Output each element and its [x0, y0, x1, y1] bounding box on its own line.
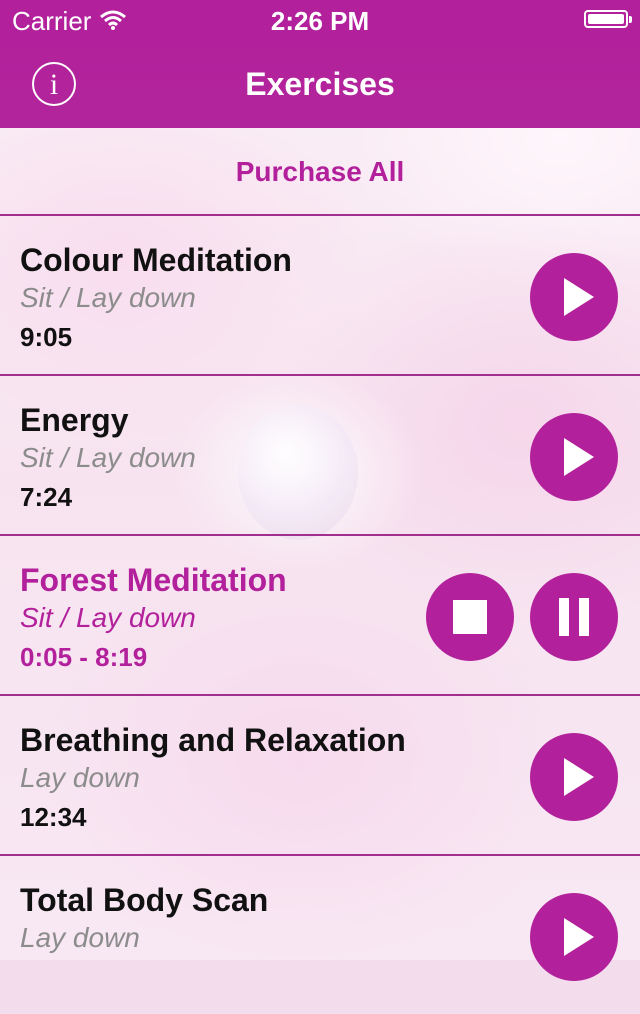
exercise-duration: 7:24 — [20, 482, 73, 512]
play-button[interactable] — [530, 733, 618, 821]
exercise-position: Lay down — [20, 762, 140, 793]
exercise-row[interactable]: Breathing and Relaxation Lay down 12:34 — [0, 696, 640, 854]
page-title: Exercises — [245, 66, 395, 102]
status-bar: Carrier 2:26 PM — [0, 0, 640, 40]
exercise-duration: 9:05 — [20, 322, 73, 352]
play-button[interactable] — [530, 413, 618, 501]
exercise-position: Sit / Lay down — [20, 442, 196, 473]
exercise-title: Energy — [20, 402, 129, 438]
play-icon — [564, 438, 594, 476]
play-button[interactable] — [530, 893, 618, 981]
pause-button[interactable] — [530, 573, 618, 661]
exercise-row[interactable]: Forest Meditation Sit / Lay down 0:05 - 8:… — [0, 536, 640, 694]
exercise-row[interactable]: Energy Sit / Lay down 7:24 — [0, 376, 640, 534]
exercise-duration: 0:05 - 8:19 — [20, 642, 148, 672]
play-icon — [564, 758, 594, 796]
exercise-title: Colour Meditation — [20, 242, 292, 278]
exercise-title: Total Body Scan — [20, 882, 269, 918]
play-icon — [564, 278, 594, 316]
play-button[interactable] — [530, 253, 618, 341]
exercise-title: Forest Meditation — [20, 562, 287, 598]
exercise-duration: 12:34 — [20, 802, 87, 832]
exercise-position: Sit / Lay down — [20, 602, 196, 633]
exercise-position: Sit / Lay down — [20, 282, 196, 313]
exercise-row[interactable]: Total Body Scan Lay down — [0, 856, 640, 1014]
purchase-all-button[interactable]: Purchase All — [0, 128, 640, 214]
play-icon — [564, 918, 594, 956]
exercise-position: Lay down — [20, 922, 140, 953]
exercise-row[interactable]: Colour Meditation Sit / Lay down 9:05 — [0, 216, 640, 374]
pause-icon — [559, 598, 589, 636]
navigation-bar: i Exercises — [0, 40, 640, 128]
battery-icon — [584, 10, 632, 28]
stop-icon — [453, 600, 487, 634]
exercise-title: Breathing and Relaxation — [20, 722, 406, 758]
stop-button[interactable] — [426, 573, 514, 661]
status-time: 2:26 PM — [270, 6, 370, 36]
